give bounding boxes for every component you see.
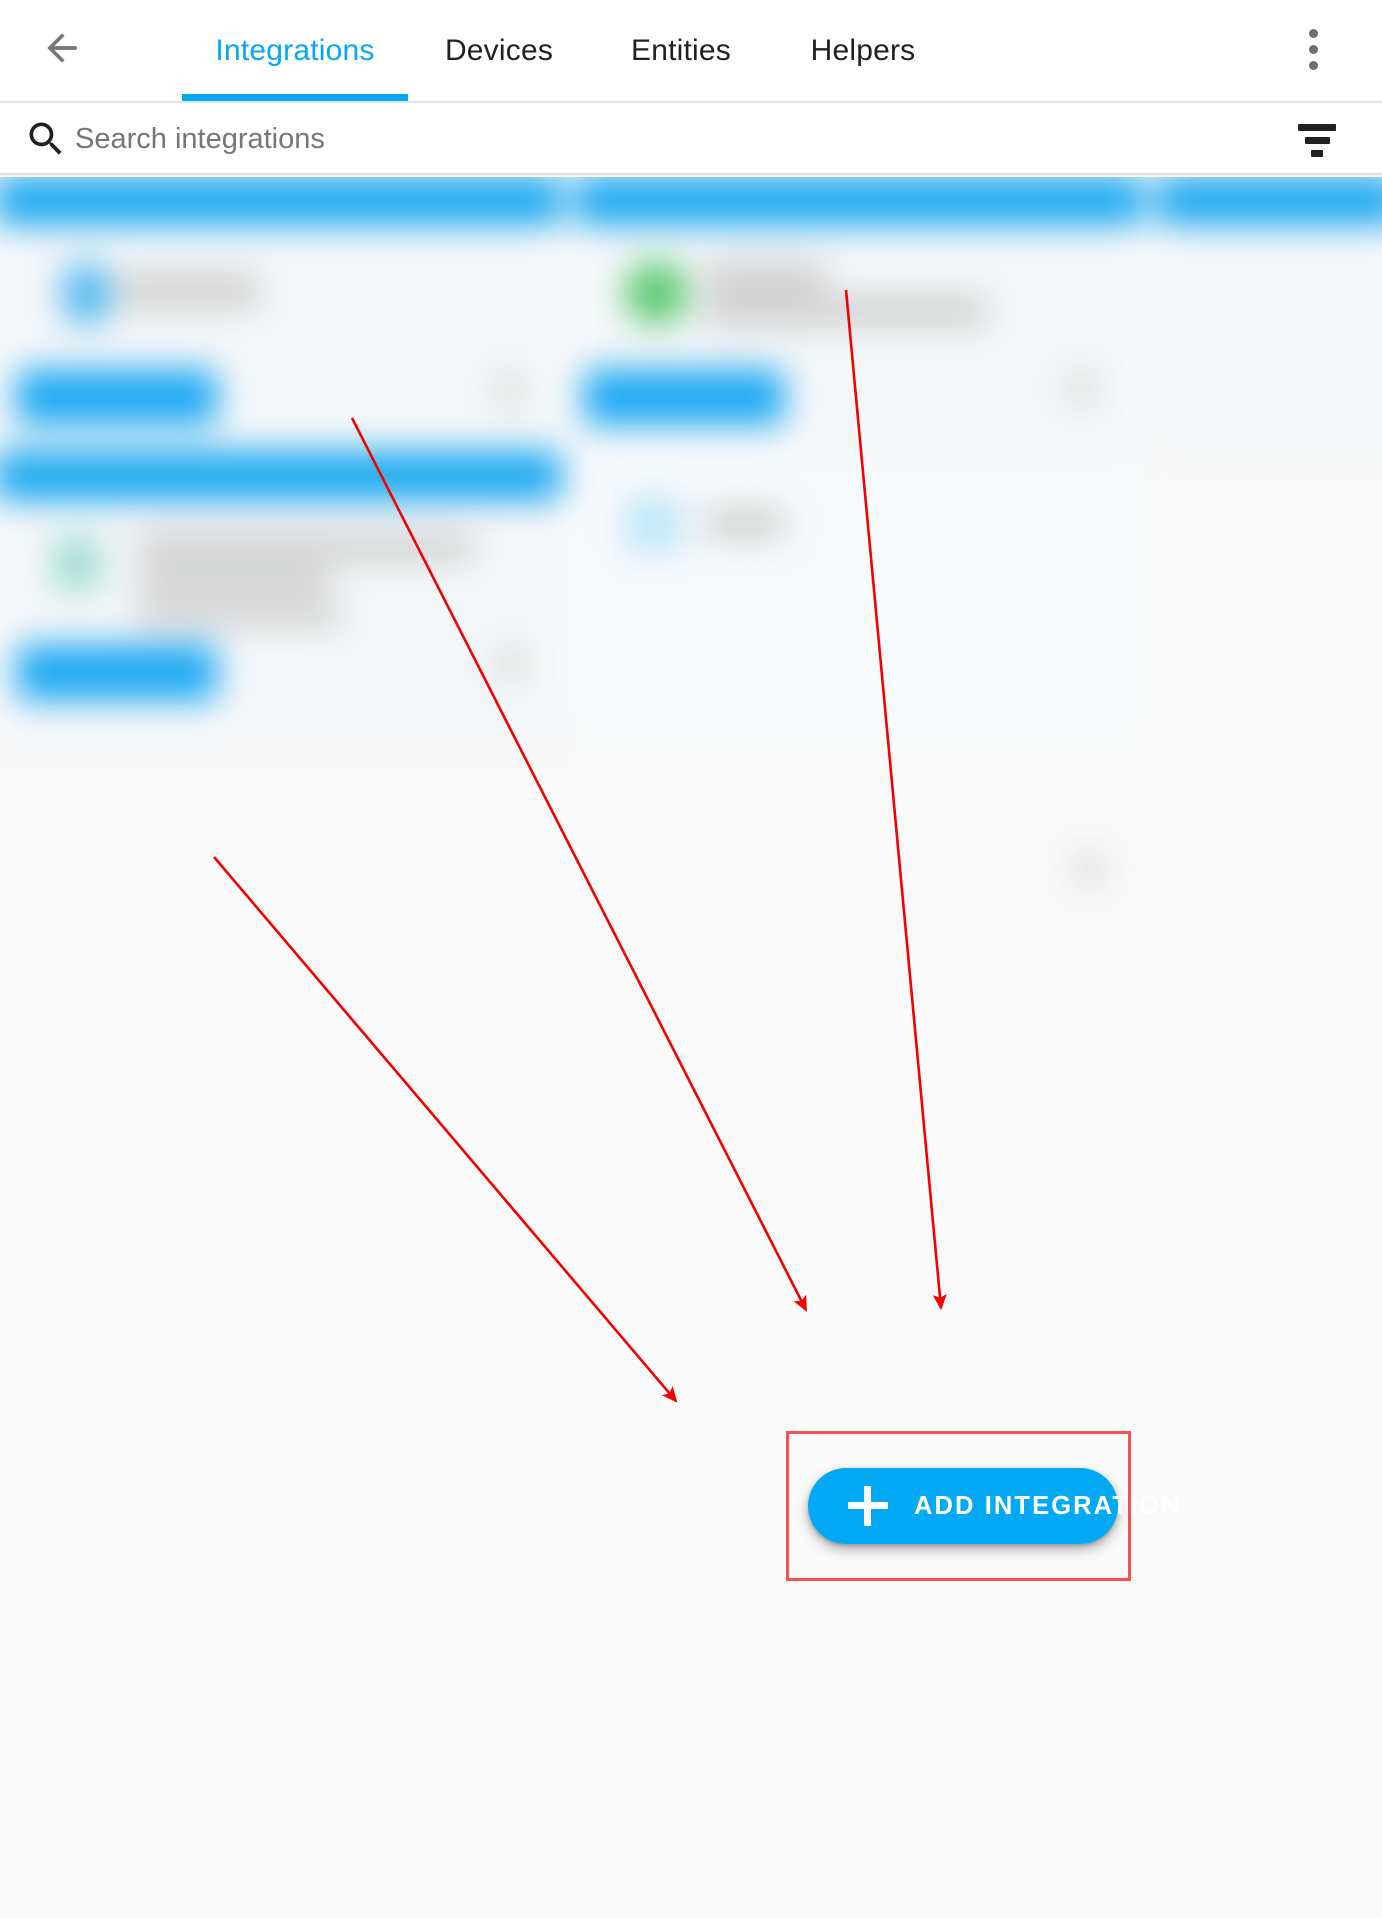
card-header xyxy=(575,177,1143,225)
tab-integrations[interactable]: Integrations xyxy=(182,0,408,101)
integration-card[interactable] xyxy=(0,177,562,460)
integration-icon xyxy=(53,536,101,590)
card-header xyxy=(0,177,562,225)
integration-title xyxy=(704,508,786,539)
integration-subtitle xyxy=(137,567,331,594)
overflow-menu-icon-dot3 xyxy=(1308,60,1318,70)
filter-button[interactable] xyxy=(1294,117,1340,163)
card-menu-icon[interactable] xyxy=(496,644,527,682)
back-button[interactable] xyxy=(33,19,91,77)
arrow-back-icon xyxy=(47,33,77,63)
integration-title xyxy=(704,261,827,292)
integration-card[interactable] xyxy=(575,451,1143,888)
integration-title xyxy=(116,273,260,309)
filter-list-icon xyxy=(1298,123,1336,131)
integration-card[interactable] xyxy=(1157,177,1382,460)
annotation-highlight-box xyxy=(786,1431,1131,1581)
integration-card[interactable] xyxy=(0,451,562,747)
integration-icon xyxy=(624,261,688,325)
card-menu-icon[interactable] xyxy=(1073,850,1105,888)
tab-active-indicator xyxy=(182,94,408,101)
tab-entities[interactable]: Entities xyxy=(590,0,772,101)
card-action-button[interactable] xyxy=(583,369,784,425)
filter-list-icon-bar2 xyxy=(1304,136,1330,144)
card-action-button[interactable] xyxy=(16,644,217,700)
integration-card[interactable] xyxy=(575,177,1143,460)
search-bar xyxy=(0,103,1382,175)
tab-helpers-label: Helpers xyxy=(810,33,916,67)
card-menu-icon[interactable] xyxy=(1065,369,1096,407)
tab-integrations-label: Integrations xyxy=(215,33,375,67)
overflow-menu-button[interactable] xyxy=(1284,20,1342,78)
card-menu-icon[interactable] xyxy=(494,371,525,409)
overflow-menu-icon xyxy=(1308,28,1318,38)
tab-devices[interactable]: Devices xyxy=(408,0,590,101)
search-icon[interactable] xyxy=(24,117,68,161)
integration-meta xyxy=(137,602,342,627)
filter-list-icon-bar3 xyxy=(1311,149,1323,157)
integration-title xyxy=(137,532,474,562)
tab-bar: Integrations Devices Entities Helpers xyxy=(182,0,954,101)
tab-entities-label: Entities xyxy=(631,33,731,67)
tab-helpers[interactable]: Helpers xyxy=(772,0,954,101)
card-action-button[interactable] xyxy=(16,369,217,425)
integrations-list[interactable] xyxy=(0,177,1382,919)
card-header xyxy=(1157,177,1382,225)
tab-devices-label: Devices xyxy=(444,33,554,67)
card-header xyxy=(0,451,562,501)
top-app-bar: Integrations Devices Entities Helpers xyxy=(0,0,1382,103)
search-input[interactable] xyxy=(73,103,1227,175)
annotation-arrow-3 xyxy=(213,856,678,1403)
overflow-menu-icon-dot2 xyxy=(1308,44,1318,54)
integration-subtitle xyxy=(704,296,988,327)
integration-icon xyxy=(624,495,682,554)
integration-icon xyxy=(63,265,109,323)
blurred-content-overlay xyxy=(0,177,1382,919)
